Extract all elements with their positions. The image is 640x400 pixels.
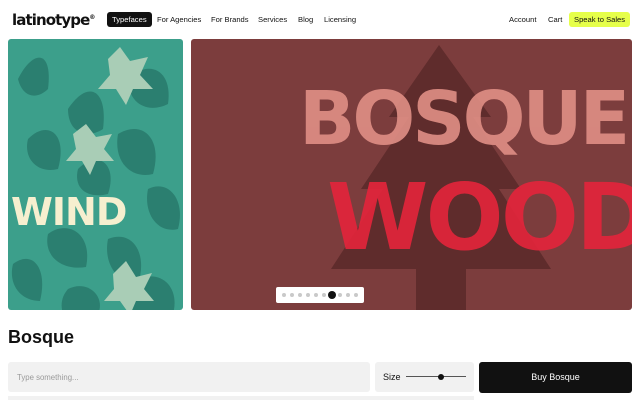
size-label: Size xyxy=(383,372,401,382)
buy-bosque-button[interactable]: Buy Bosque xyxy=(479,362,632,393)
wood-specimen-text: WOOD xyxy=(327,164,632,271)
bosque-specimen-text: BOSQUE xyxy=(299,76,630,162)
size-slider-handle[interactable] xyxy=(438,374,444,380)
carousel-dot[interactable] xyxy=(338,293,342,297)
latinotype-logo[interactable]: latinotype® xyxy=(12,9,95,29)
carousel-dot[interactable] xyxy=(298,293,302,297)
account-link[interactable]: Account xyxy=(504,12,541,27)
carousel-dot[interactable] xyxy=(314,293,318,297)
carousel-dot[interactable] xyxy=(290,293,294,297)
type-tester-input[interactable] xyxy=(8,362,370,392)
size-control: Size xyxy=(375,362,474,392)
speak-to-sales-button[interactable]: Speak to Sales xyxy=(569,12,631,27)
nav-for-brands[interactable]: For Brands xyxy=(206,12,254,27)
nav-licensing[interactable]: Licensing xyxy=(319,12,361,27)
top-navigation-bar: latinotype® Typefaces For Agencies For B… xyxy=(0,0,640,38)
nav-typefaces[interactable]: Typefaces xyxy=(107,12,152,27)
typeface-title: Bosque xyxy=(8,327,75,347)
nav-blog[interactable]: Blog xyxy=(293,12,318,27)
logo-text: latinotype xyxy=(12,11,90,29)
size-slider-track[interactable] xyxy=(406,376,466,377)
cart-link[interactable]: Cart xyxy=(543,12,567,27)
nav-services[interactable]: Services xyxy=(253,12,292,27)
registered-mark: ® xyxy=(89,14,96,21)
carousel-dot-active[interactable] xyxy=(328,291,336,299)
carousel-dot[interactable] xyxy=(346,293,350,297)
nav-for-agencies[interactable]: For Agencies xyxy=(152,12,206,27)
carousel-dot[interactable] xyxy=(306,293,310,297)
carousel-slide-bosque[interactable]: BOSQUE WOOD xyxy=(191,39,632,310)
carousel-dot[interactable] xyxy=(282,293,286,297)
wind-specimen-text: WIND xyxy=(11,190,127,234)
carousel-slide-wind[interactable]: WIND xyxy=(8,39,183,310)
tester-secondary-row xyxy=(8,396,474,400)
carousel-dot[interactable] xyxy=(322,293,326,297)
carousel-dot[interactable] xyxy=(354,293,358,297)
carousel-pagination xyxy=(276,287,364,303)
leaf-pattern-illustration xyxy=(11,47,180,310)
